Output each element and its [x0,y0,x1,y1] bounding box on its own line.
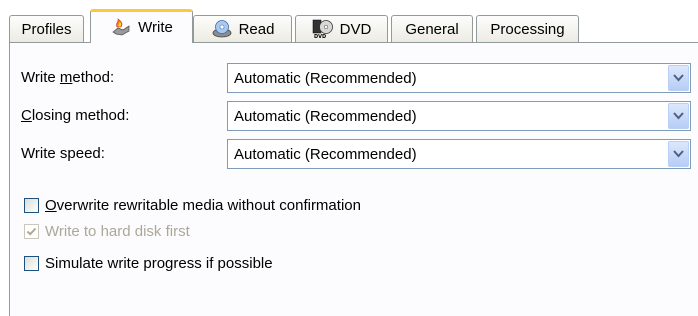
write-to-hard-disk-label: Write to hard disk first [45,223,190,240]
simulate-option[interactable]: Simulate write progress if possible [24,255,273,272]
write-speed-value: Automatic (Recommended) [234,146,417,163]
tab-dvd-label: DVD [339,20,372,38]
write-settings-panel: Write method: Automatic (Recommended) Cl… [9,42,698,316]
write-flame-icon [110,17,132,38]
tab-strip: Profiles Write Read DVD DVD General Proc… [9,0,698,43]
tab-read[interactable]: Read [193,15,292,42]
simulate-checkbox[interactable] [24,256,39,271]
read-disc-icon [211,19,233,39]
tab-read-label: Read [238,20,275,38]
write-method-dropdown-button[interactable] [668,65,689,91]
write-method-label: Write method: [21,69,115,86]
dvd-icon: DVD [312,19,334,40]
closing-method-value: Automatic (Recommended) [234,108,417,125]
closing-method-select[interactable]: Automatic (Recommended) [227,101,691,131]
closing-method-dropdown-button[interactable] [668,103,689,129]
checkmark-icon [26,227,37,236]
tab-profiles-label: Profiles [21,20,72,38]
write-speed-label: Write speed: [21,145,105,162]
tab-profiles[interactable]: Profiles [9,15,84,42]
write-to-hard-disk-checkbox [24,224,39,239]
chevron-down-icon [673,74,684,82]
chevron-down-icon [673,150,684,158]
write-speed-dropdown-button[interactable] [668,141,689,167]
closing-method-label: Closing method: [21,107,130,124]
write-to-hard-disk-option: Write to hard disk first [24,223,190,240]
write-method-value: Automatic (Recommended) [234,70,417,87]
chevron-down-icon [673,112,684,120]
overwrite-label: Overwrite rewritable media without confi… [45,197,361,214]
write-speed-select[interactable]: Automatic (Recommended) [227,139,691,169]
tab-general-label: General [405,20,459,38]
overwrite-checkbox[interactable] [24,198,39,213]
tab-general[interactable]: General [391,15,473,42]
write-method-select[interactable]: Automatic (Recommended) [227,63,691,93]
tab-processing[interactable]: Processing [476,15,579,42]
svg-text:DVD: DVD [314,34,326,39]
tab-processing-label: Processing [490,20,565,38]
tab-write-label: Write [138,19,173,36]
overwrite-option[interactable]: Overwrite rewritable media without confi… [24,197,361,214]
tab-dvd[interactable]: DVD DVD [295,15,388,42]
tab-write[interactable]: Write [90,9,193,43]
simulate-label: Simulate write progress if possible [45,255,273,272]
